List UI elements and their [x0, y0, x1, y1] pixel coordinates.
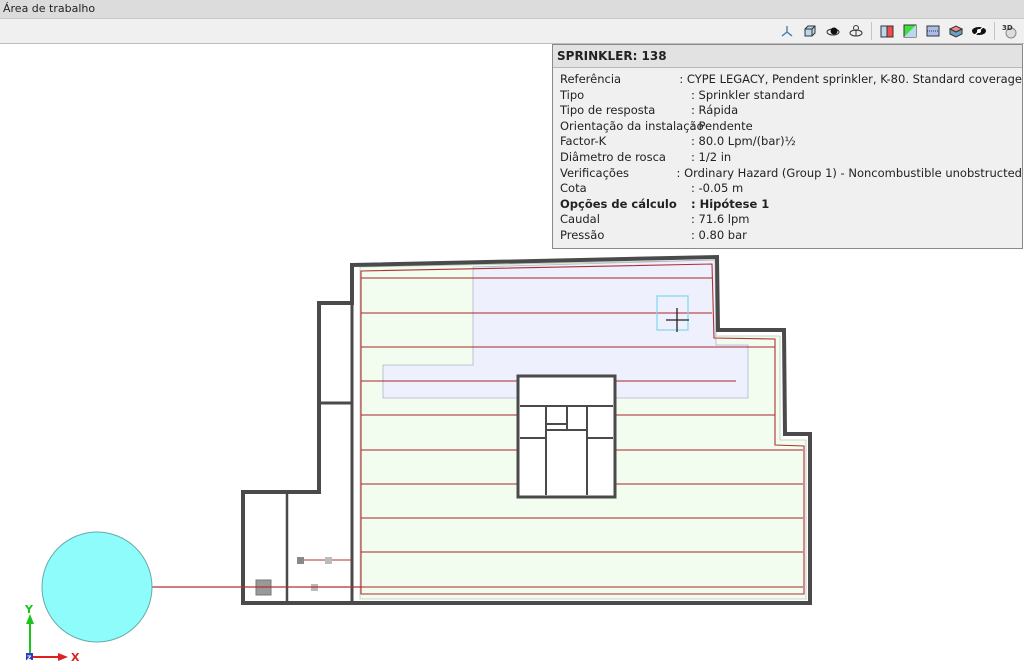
window-title: Área de trabalho: [3, 2, 96, 15]
hide-eye-icon[interactable]: [969, 21, 989, 41]
toolbar: 3D: [0, 19, 1024, 44]
plan-view-icon[interactable]: [923, 21, 943, 41]
info-key: Verificações: [560, 165, 630, 180]
info-row: Tipo : Sprinkler standard: [560, 88, 1022, 104]
info-row: Factor-K : 80.0 Lpm/(bar)½: [560, 134, 1022, 150]
rotate-view-icon[interactable]: [846, 21, 866, 41]
3d-view-icon[interactable]: 3D: [1000, 21, 1020, 41]
info-value: : 71.6 lpm: [691, 212, 750, 227]
info-key: Pressão: [560, 227, 605, 242]
section-green-icon[interactable]: [900, 21, 920, 41]
toolbar-separator: [871, 22, 872, 40]
info-key: Tipo: [560, 87, 585, 102]
info-value: : Pendente: [691, 118, 753, 133]
valves: [255, 557, 352, 596]
info-key: Orientação da instalação: [560, 118, 704, 133]
toolbar-separator: [994, 22, 995, 40]
info-value: : Hipótese 1: [691, 196, 770, 211]
info-key: Opções de cálculo: [560, 196, 677, 211]
info-key: Cota: [560, 181, 587, 196]
info-row: Orientação da instalação: Pendente: [560, 119, 1022, 135]
info-value: : 80.0 Lpm/(bar)½: [691, 134, 796, 149]
3d-label: 3D: [1002, 24, 1013, 32]
info-value: : Ordinary Hazard (Group 1) - Noncombust…: [676, 165, 1022, 180]
valve[interactable]: [297, 557, 304, 564]
info-row: Caudal : 71.6 lpm: [560, 212, 1022, 228]
cube-view-icon[interactable]: [800, 21, 820, 41]
info-value: : CYPE LEGACY, Pendent sprinkler, K-80. …: [679, 72, 1022, 86]
info-key: Diâmetro de rosca: [560, 149, 666, 164]
info-value: : Rápida: [691, 103, 739, 118]
info-row: Referência : CYPE LEGACY, Pendent sprinkl…: [560, 72, 1022, 88]
axis-y-label: Y: [24, 603, 34, 616]
axis-x-label: X: [71, 651, 80, 664]
info-row: Opções de cálculo : Hipótese 1: [560, 197, 1022, 213]
section-red-icon[interactable]: [877, 21, 897, 41]
water-tank[interactable]: [41, 531, 153, 643]
info-key: Referência: [560, 72, 622, 86]
info-row: Diâmetro de rosca : 1/2 in: [560, 150, 1022, 166]
info-row: Tipo de resposta : Rápida: [560, 103, 1022, 119]
info-value: : Sprinkler standard: [691, 87, 805, 102]
info-key: Factor-K: [560, 134, 607, 149]
valve[interactable]: [325, 557, 332, 564]
tooltip-title: SPRINKLER: 138: [553, 45, 1022, 68]
sprinkler-info-tooltip: SPRINKLER: 138 Referência : CYPE LEGACY, …: [552, 44, 1023, 249]
title-bar: Área de trabalho: [0, 0, 1024, 19]
axis-z-label: Z: [27, 655, 32, 662]
info-value: : -0.05 m: [691, 181, 744, 196]
orbit-view-icon[interactable]: [823, 21, 843, 41]
layers-icon[interactable]: [946, 21, 966, 41]
info-key: Caudal: [560, 212, 600, 227]
axes-icon[interactable]: [777, 21, 797, 41]
info-row: Pressão : 0.80 bar: [560, 228, 1022, 244]
info-value: : 1/2 in: [691, 149, 732, 164]
info-value: : 0.80 bar: [691, 227, 747, 242]
info-key: Tipo de resposta: [560, 103, 656, 118]
info-row: Cota : -0.05 m: [560, 181, 1022, 197]
info-row: Verificações : Ordinary Hazard (Group 1) …: [560, 166, 1022, 182]
central-core: [516, 374, 617, 499]
